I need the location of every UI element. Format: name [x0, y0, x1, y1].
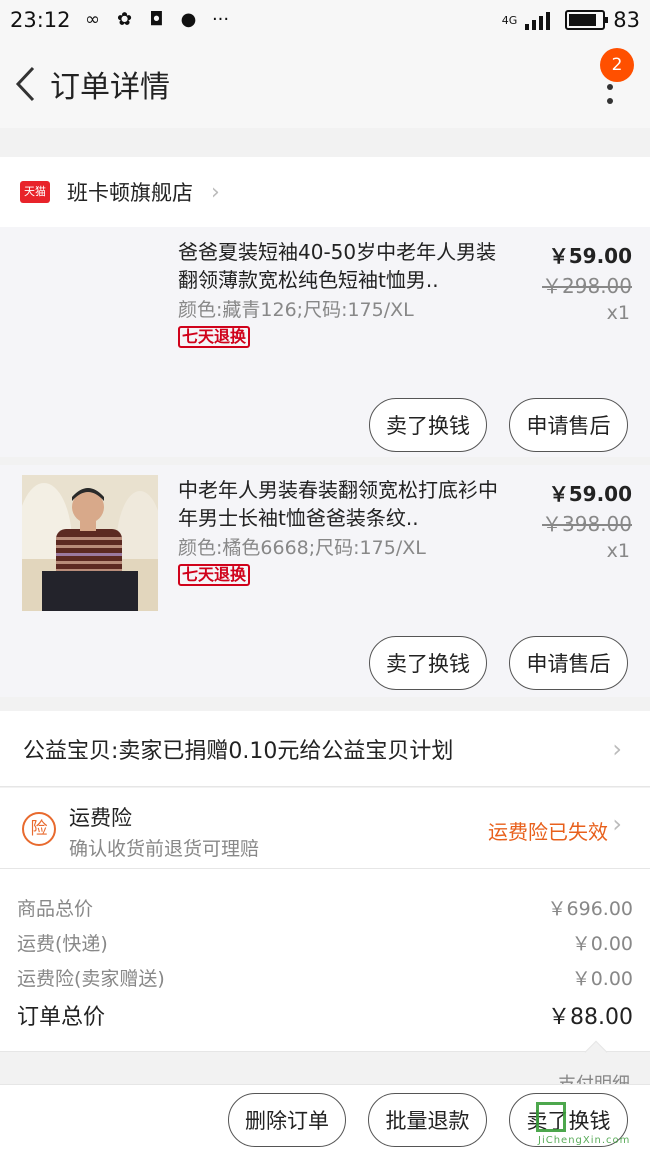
aftersale-button[interactable]: 申请售后: [509, 398, 628, 452]
sell-button[interactable]: 卖了换钱: [369, 636, 487, 690]
charity-text: 公益宝贝:卖家已捐赠0.10元给公益宝贝计划: [23, 738, 454, 764]
item-quantity: x1: [606, 540, 630, 562]
order-total-label: 订单总价: [17, 1005, 106, 1030]
shipping-value: ￥0.00: [571, 933, 633, 955]
tmall-logo: 天猫: [20, 181, 50, 203]
header: 订单详情 2: [0, 40, 650, 128]
chat-bubble-icon: ●: [180, 9, 197, 30]
network-type: 4G: [501, 13, 518, 27]
status-time: 23:12: [10, 8, 71, 32]
watermark: JiChengXin.com: [536, 1102, 646, 1146]
summary-notch: [584, 1040, 608, 1064]
item-price: ￥59.00: [548, 482, 632, 506]
dot: [607, 84, 613, 90]
order-item[interactable]: 中老年人男装春装翻领宽松打底衫中年男士长袖t恤爸爸装条纹.. 颜色:橘色6668…: [0, 465, 650, 697]
shipping-label: 运费(快递): [17, 933, 108, 955]
insurance-title: 运费险: [69, 806, 132, 830]
back-button[interactable]: [6, 59, 46, 109]
item-sku: 颜色:橘色6668;尺码:175/XL: [178, 537, 426, 559]
chevron-right-icon: ›: [211, 179, 220, 205]
battery-icon: [565, 10, 609, 30]
battery-fill: [569, 14, 596, 26]
sell-button[interactable]: 卖了换钱: [369, 398, 487, 452]
paw-icon: ✿: [116, 9, 133, 30]
notification-badge: 2: [600, 48, 634, 82]
infinity-icon: ∞: [85, 9, 101, 30]
insurance-subtitle: 确认收货前退货可理赔: [69, 838, 260, 860]
status-right: 4G 83: [502, 8, 640, 32]
item-price: ￥59.00: [548, 244, 632, 268]
price-summary: 商品总价 ￥696.00 运费(快递) ￥0.00 运费险(卖家赠送) ￥0.0…: [0, 868, 650, 1064]
order-total-value: ￥88.00: [548, 1005, 633, 1030]
charity-row[interactable]: 公益宝贝:卖家已捐赠0.10元给公益宝贝计划 ›: [0, 711, 650, 787]
insurance-icon: 险: [22, 812, 56, 846]
item-quantity: x1: [606, 302, 630, 324]
status-bar: 23:12 ∞ ✿ ◘ ● ··· 4G 83: [0, 0, 650, 40]
chevron-left-icon: [15, 66, 35, 102]
shop-name: 班卡顿旗舰店: [67, 181, 193, 205]
more-notifications-icon: ···: [211, 9, 230, 30]
chevron-right-icon: ›: [612, 734, 622, 763]
item-title: 爸爸夏装短袖40-50岁中老年人男装翻领薄款宽松纯色短袖t恤男..: [178, 240, 497, 292]
item-original-price: ￥398.00: [542, 512, 632, 536]
order-item[interactable]: 爸爸夏装短袖40-50岁中老年人男装翻领薄款宽松纯色短袖t恤男.. 颜色:藏青1…: [0, 227, 650, 457]
chevron-right-icon: ›: [612, 810, 622, 838]
product-image: [16, 475, 164, 611]
dot: [607, 98, 613, 104]
item-sku: 颜色:藏青126;尺码:175/XL: [178, 299, 414, 321]
delete-order-button[interactable]: 删除订单: [228, 1093, 346, 1147]
status-left: 23:12 ∞ ✿ ◘ ● ···: [10, 8, 231, 32]
item-original-price: ￥298.00: [542, 274, 632, 298]
insurance-fee-value: ￥0.00: [571, 968, 633, 990]
watermark-logo-icon: [536, 1102, 566, 1132]
return-policy-tag: 七天退换: [178, 564, 251, 586]
penguin-icon: ◘: [149, 9, 164, 30]
shipping-insurance-row[interactable]: 险 运费险 确认收货前退货可理赔 运费险已失效 ›: [0, 788, 650, 868]
item-title: 中老年人男装春装翻领宽松打底衫中年男士长袖t恤爸爸装条纹..: [178, 478, 498, 530]
battery-percent: 83: [613, 8, 640, 32]
watermark-text: JiChengXin.com: [538, 1135, 631, 1146]
product-thumbnail[interactable]: [16, 475, 164, 611]
goods-total-label: 商品总价: [17, 898, 94, 920]
page-title: 订单详情: [50, 70, 170, 105]
insurance-status: 运费险已失效: [488, 820, 608, 844]
goods-total-value: ￥696.00: [547, 898, 633, 920]
return-policy-tag: 七天退换: [178, 326, 251, 348]
batch-refund-button[interactable]: 批量退款: [368, 1093, 487, 1147]
insurance-fee-label: 运费险(卖家赠送): [17, 968, 165, 990]
shop-row[interactable]: 天猫 班卡顿旗舰店 ›: [0, 157, 650, 227]
aftersale-button[interactable]: 申请售后: [509, 636, 628, 690]
signal-icon: [525, 12, 551, 30]
